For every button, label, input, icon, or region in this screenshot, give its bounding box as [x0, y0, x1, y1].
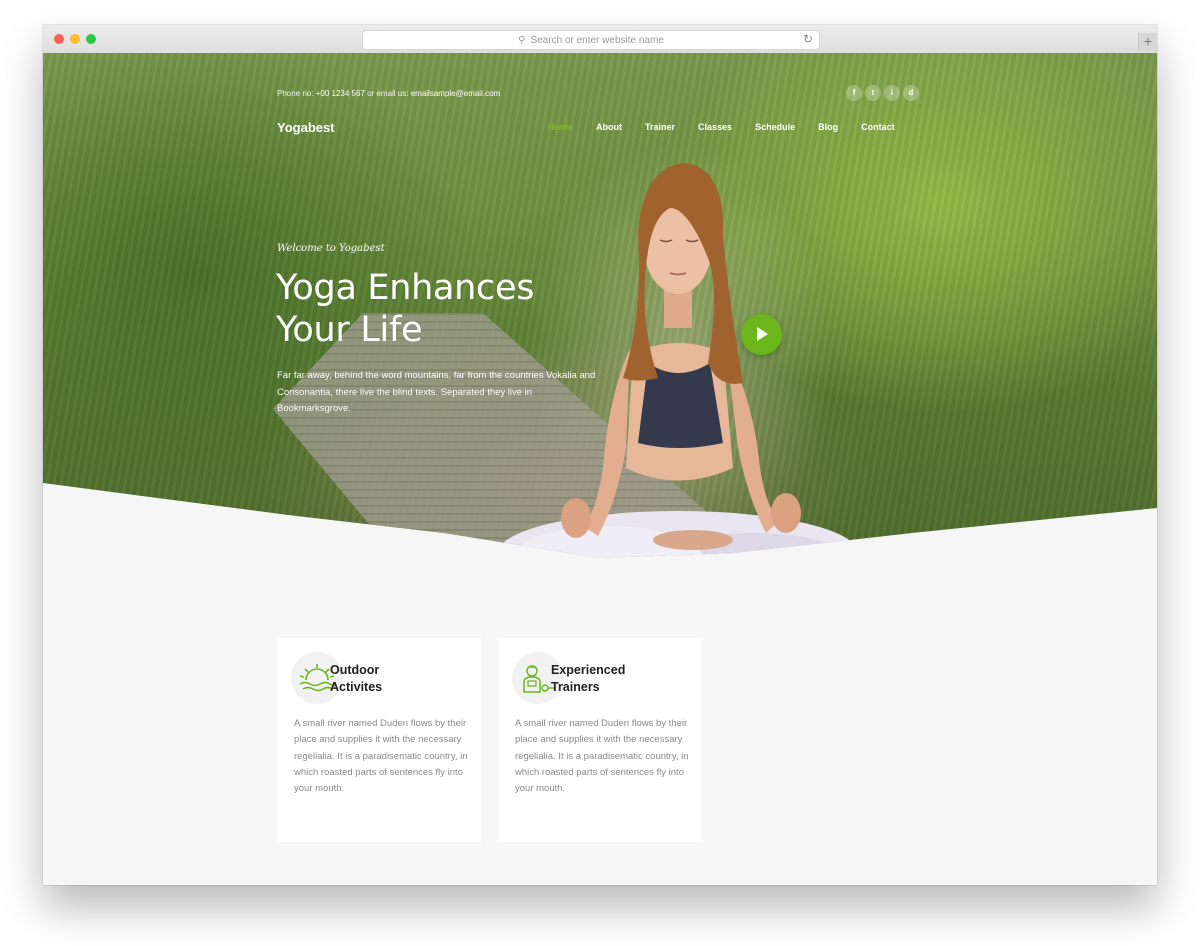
maximize-window-button[interactable]	[86, 34, 96, 44]
nav-item-schedule[interactable]: Schedule	[755, 122, 795, 132]
contact-info: Phone no: +00 1234 567 or email us: emai…	[277, 89, 500, 98]
new-tab-button[interactable]: +	[1138, 33, 1157, 51]
hero-section: Phone no: +00 1234 567 or email us: emai…	[43, 53, 1157, 558]
search-icon: ⚲	[518, 34, 526, 46]
email-label: or email us:	[367, 89, 409, 98]
feature-title-line-1: Experienced	[551, 663, 626, 677]
dribbble-icon[interactable]: d	[903, 85, 919, 101]
feature-card-trainers: Experienced Trainers A small river named…	[498, 638, 702, 842]
nav-item-contact[interactable]: Contact	[861, 122, 895, 132]
main-nav: Home About Trainer Classes Schedule Blog…	[548, 122, 895, 132]
address-bar[interactable]: ⚲ Search or enter website name ↻	[362, 30, 820, 50]
feature-description: A small river named Duden flows by their…	[294, 718, 468, 795]
nav-item-blog[interactable]: Blog	[818, 122, 838, 132]
social-links: f t i d	[846, 85, 919, 101]
nav-item-trainer[interactable]: Trainer	[645, 122, 675, 132]
feature-card-outdoor: Outdoor Activites A small river named Du…	[277, 638, 481, 842]
browser-window: ⚲ Search or enter website name ↻ + Phone…	[43, 25, 1157, 885]
hero-intro: Far far away, behind the word mountains,…	[277, 370, 596, 414]
welcome-subtitle: Welcome to Yogabest	[277, 243, 385, 254]
minimize-window-button[interactable]	[70, 34, 80, 44]
feature-title-line-2: Activites	[330, 680, 383, 694]
phone-label: Phone no:	[277, 89, 314, 98]
close-window-button[interactable]	[54, 34, 64, 44]
play-icon[interactable]	[741, 314, 782, 355]
feature-title: Experienced Trainers	[551, 662, 691, 696]
address-placeholder: Search or enter website name	[530, 34, 664, 46]
feature-title-line-1: Outdoor	[330, 663, 380, 677]
feature-description: A small river named Duden flows by their…	[515, 718, 689, 795]
nav-item-home[interactable]: Home	[548, 122, 573, 132]
headline-line-2: Your Life	[276, 310, 423, 350]
headline-line-1: Yoga Enhances	[276, 268, 535, 308]
twitter-icon[interactable]: t	[865, 85, 881, 101]
nav-item-classes[interactable]: Classes	[698, 122, 732, 132]
phone-number[interactable]: +00 1234 567	[316, 89, 365, 98]
browser-titlebar: ⚲ Search or enter website name ↻ +	[43, 25, 1157, 54]
instagram-icon[interactable]: i	[884, 85, 900, 101]
feature-title: Outdoor Activites	[330, 662, 470, 696]
nav-item-about[interactable]: About	[596, 122, 622, 132]
site-logo[interactable]: Yogabest	[277, 120, 335, 135]
reload-icon[interactable]: ↻	[803, 32, 813, 46]
hero-headline: Yoga Enhances Your Life	[276, 267, 576, 351]
feature-title-line-2: Trainers	[551, 680, 600, 694]
email-address[interactable]: emailsample@email.com	[411, 89, 500, 98]
facebook-icon[interactable]: f	[846, 85, 862, 101]
